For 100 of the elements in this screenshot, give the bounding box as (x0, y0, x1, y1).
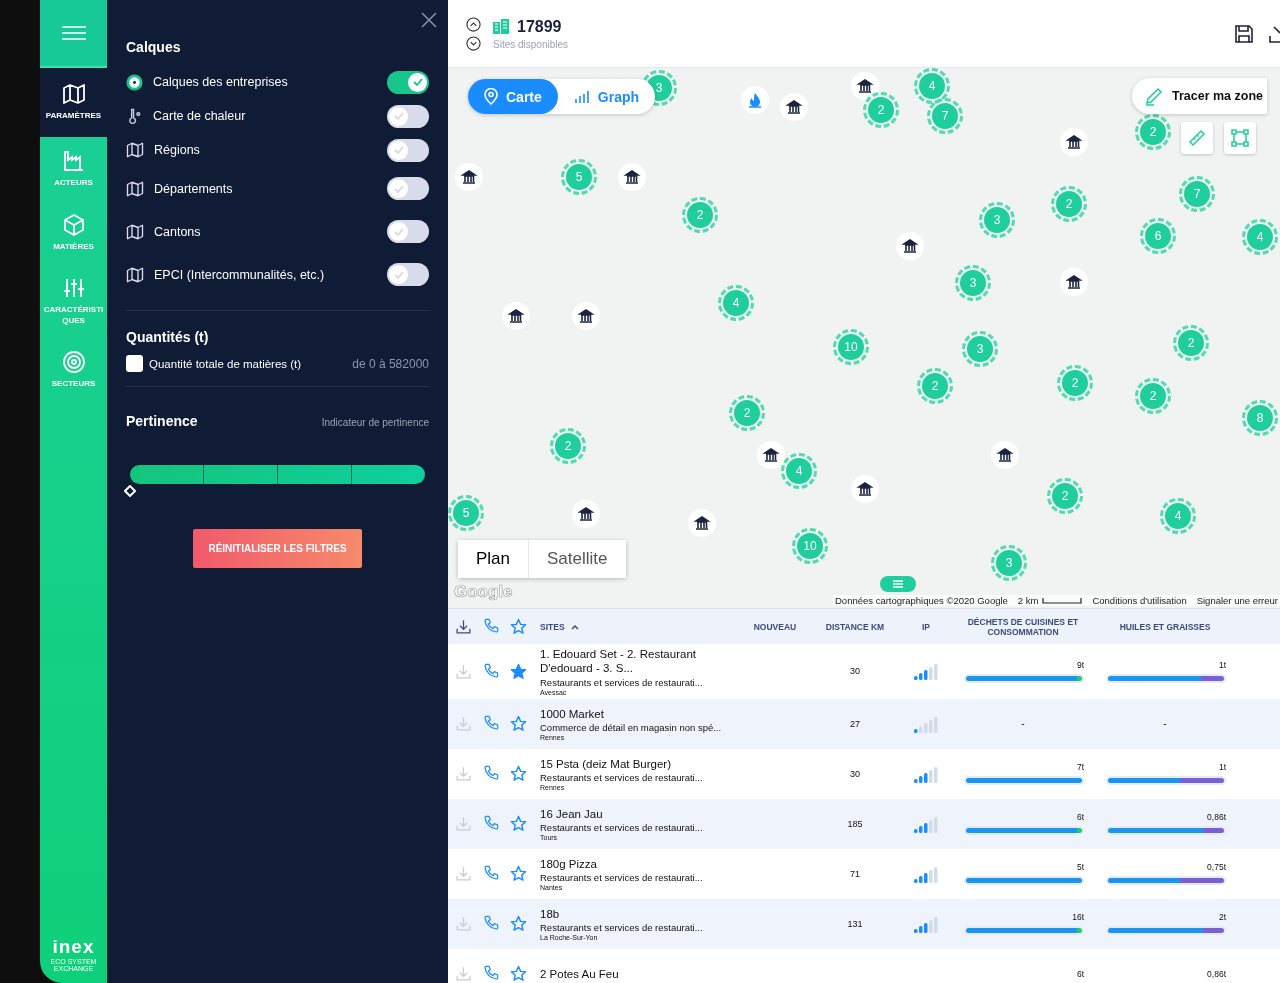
save-button[interactable] (1234, 23, 1254, 44)
reset-filters-button[interactable]: RÉINITIALISER LES FILTRES (193, 529, 362, 568)
menu-button[interactable] (40, 0, 107, 68)
map-icon (126, 222, 144, 241)
column-header[interactable]: SITES (540, 621, 565, 632)
building-marker-icon[interactable] (756, 440, 786, 470)
buildings-icon (493, 19, 509, 34)
map-type-tab[interactable]: Plan (458, 540, 529, 578)
sites-count: 17899 (517, 17, 562, 36)
bar-chart-icon (573, 89, 590, 104)
phone-icon[interactable] (483, 865, 499, 882)
download-icon[interactable] (455, 618, 472, 635)
panel-handle-button[interactable] (880, 576, 916, 592)
phone-icon[interactable] (483, 915, 499, 932)
column-header[interactable]: NOUVEAU (740, 621, 810, 632)
map-icon (126, 179, 144, 198)
polygon-select-icon (1231, 129, 1249, 147)
building-marker-icon[interactable] (571, 301, 601, 331)
target-icon (61, 349, 86, 374)
star-icon[interactable] (510, 865, 527, 883)
phone-icon[interactable] (483, 765, 499, 782)
building-marker-icon[interactable] (850, 71, 880, 101)
map-icon (61, 82, 86, 106)
amount-value: - (1020, 718, 1026, 730)
site-category: Commerce de détail en magasin non spé... (540, 721, 723, 733)
rail-tab[interactable]: PARAMÈTRES (40, 68, 107, 138)
column-header[interactable]: IP (900, 621, 952, 632)
toggle-switch[interactable] (387, 104, 429, 128)
report-error-link[interactable]: Signaler une erreur (1196, 595, 1278, 606)
site-name[interactable]: 2 Potes Au Feu (540, 966, 736, 981)
rail-tab[interactable]: ACTEURS (40, 137, 107, 201)
building-marker-icon[interactable] (990, 440, 1020, 470)
export-icon (1268, 23, 1280, 44)
check-icon (411, 76, 424, 88)
building-marker-icon[interactable] (571, 499, 601, 529)
save-icon (1234, 23, 1254, 44)
star-icon[interactable] (510, 915, 527, 933)
site-name[interactable]: 15 Psta (deiz Mat Burger) (540, 756, 736, 771)
star-icon[interactable] (510, 965, 527, 983)
column-header[interactable]: DISTANCE KM (810, 621, 900, 632)
toggle-switch[interactable] (387, 220, 429, 243)
phone-icon[interactable] (483, 618, 499, 634)
range-text: de 0 à 582000 (352, 356, 429, 371)
site-name[interactable]: 1. Edouard Set - 2. Restaurant D'edouard - 3. S... (540, 647, 736, 676)
slider-thumb[interactable] (124, 485, 136, 497)
site-name[interactable]: 16 Jean Jau (540, 806, 736, 821)
ruler-button[interactable] (1181, 122, 1213, 154)
column-header[interactable]: DÉCHETS DE CUISINES ET CONSOMMATION (952, 616, 1094, 637)
star-icon[interactable] (510, 618, 527, 635)
building-marker-icon[interactable] (850, 474, 880, 504)
building-marker-icon[interactable] (895, 231, 925, 261)
toggle-switch[interactable] (387, 263, 429, 286)
site-name[interactable]: 18b (540, 906, 736, 921)
star-icon[interactable] (510, 662, 527, 680)
site-name[interactable]: 1000 Market (540, 706, 736, 721)
view-tab[interactable]: Carte (468, 79, 558, 114)
checkbox-label: Quantité totale de matières (t) (149, 357, 303, 370)
flame-marker-icon[interactable] (740, 85, 770, 115)
building-marker-icon[interactable] (687, 508, 717, 538)
phone-icon[interactable] (483, 815, 499, 832)
export-button[interactable] (1268, 23, 1280, 44)
close-icon (421, 12, 437, 28)
column-header[interactable]: HUILES ET GRAISSES (1094, 621, 1236, 632)
map-data-credit: Données cartographiques ©2020 Google (835, 595, 1008, 606)
draw-zone-button[interactable]: Tracer ma zone (1132, 78, 1267, 114)
rail-tab[interactable]: CARACTÉRISTIQUES (40, 264, 107, 338)
rail-tab[interactable]: MATIÈRES (40, 200, 107, 265)
scale-label: 2 km (1017, 595, 1039, 606)
building-marker-icon[interactable] (779, 92, 809, 122)
building-marker-icon[interactable] (454, 162, 484, 192)
building-marker-icon[interactable] (501, 301, 531, 331)
polygon-select-button[interactable] (1224, 122, 1256, 154)
distance-value: 30 (850, 666, 860, 677)
thermometer-icon (126, 107, 143, 125)
menu-icon (61, 25, 86, 41)
phone-icon[interactable] (483, 662, 499, 679)
logo: inex (52, 935, 95, 958)
factory-icon (61, 149, 86, 174)
site-name[interactable]: 180g Pizza (540, 856, 736, 871)
chevron-down-button[interactable] (466, 35, 481, 51)
checkbox[interactable] (126, 355, 143, 372)
chevron-up-button[interactable] (466, 16, 481, 32)
phone-icon[interactable] (483, 715, 499, 732)
toggle-switch[interactable] (387, 138, 429, 162)
star-icon[interactable] (510, 715, 527, 733)
rail-tab[interactable]: SECTEURS (40, 337, 107, 402)
terms-link[interactable]: Conditions d'utilisation (1092, 595, 1187, 606)
building-marker-icon[interactable] (617, 162, 647, 192)
amount-bar-remainder (1077, 928, 1082, 934)
toggle-switch[interactable] (387, 70, 429, 94)
building-marker-icon[interactable] (1059, 127, 1089, 157)
toggle-switch[interactable] (387, 177, 429, 200)
map-type-tab[interactable]: Satellite (528, 540, 626, 578)
star-icon[interactable] (510, 815, 527, 833)
building-marker-icon[interactable] (1059, 267, 1089, 297)
distance-value: 27 (850, 718, 860, 729)
phone-icon[interactable] (483, 965, 499, 982)
site-category: Restaurants et services de restaurati... (540, 921, 704, 933)
star-icon[interactable] (510, 765, 527, 783)
layer-label: Calques des entreprises (153, 75, 289, 89)
